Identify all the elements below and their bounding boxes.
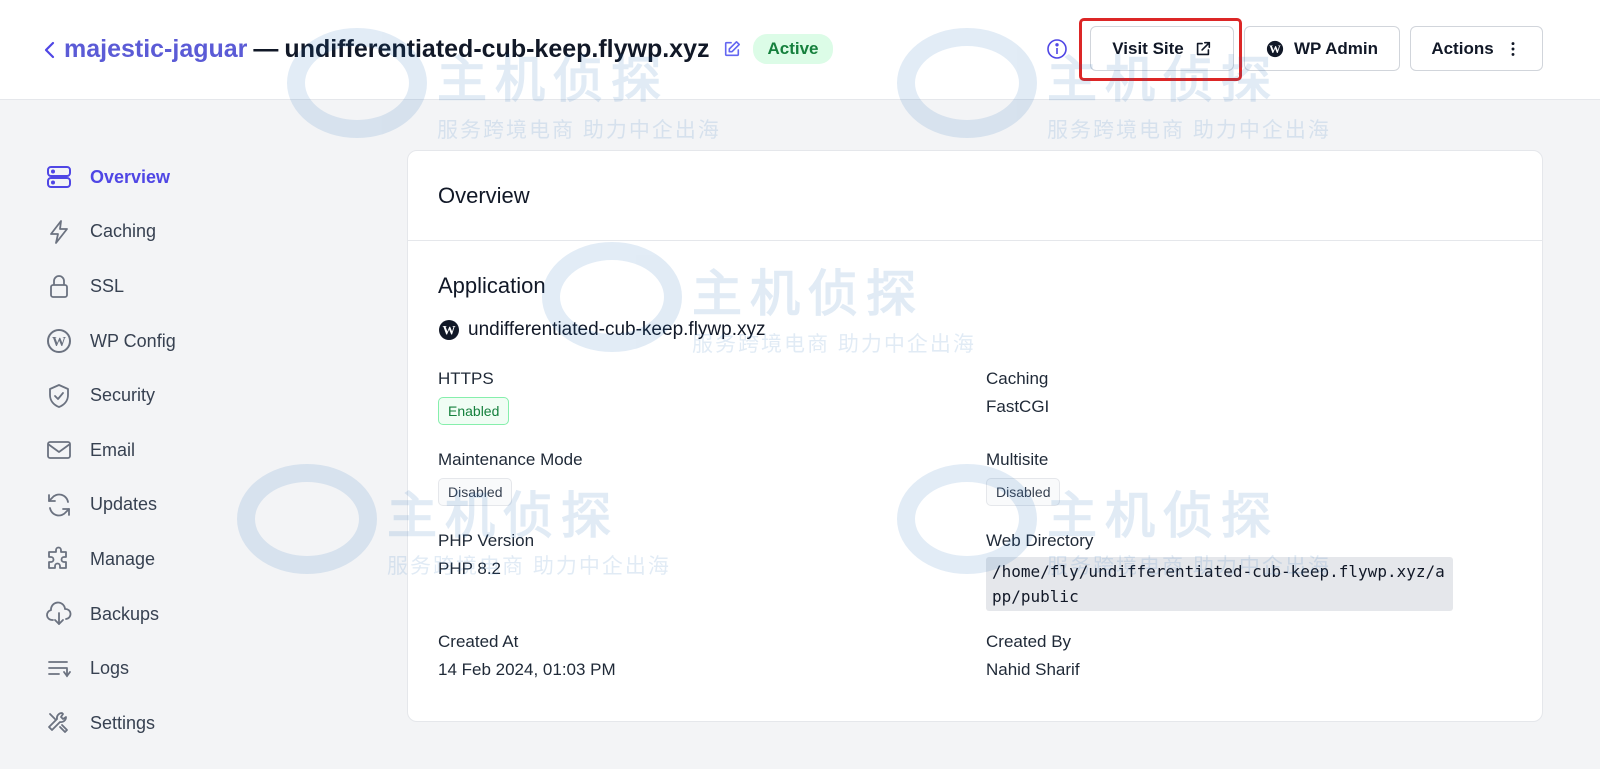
sidebar-item-logs[interactable]: Logs	[44, 641, 344, 696]
overview-card: Overview Application W undifferentiated-…	[407, 150, 1543, 722]
sidebar-nav: Overview Caching SSL W WP Config Securit…	[44, 150, 344, 751]
list-icon	[44, 654, 74, 684]
sidebar-item-label: Backups	[90, 603, 160, 624]
puzzle-icon	[44, 544, 74, 574]
php-value: PHP 8.2	[438, 559, 502, 578]
multisite-status-badge: Disabled	[986, 478, 1061, 506]
webdir-value: /home/fly/undifferentiated-cub-keep.flyw…	[986, 557, 1453, 611]
shield-check-icon	[44, 381, 74, 411]
multisite-label: Multisite	[986, 450, 1049, 469]
page-title: majestic-jaguar — undifferentiated-cub-k…	[64, 30, 833, 68]
caching-label: Caching	[986, 369, 1049, 388]
multisite-field: Multisite Disabled	[986, 450, 1061, 506]
card-title: Overview	[438, 182, 530, 208]
sidebar-item-security[interactable]: Security	[44, 368, 344, 423]
sidebar-item-backups[interactable]: Backups	[44, 587, 344, 642]
sidebar-item-label: Logs	[90, 658, 130, 679]
php-field: PHP Version PHP 8.2	[438, 531, 534, 579]
sidebar-item-caching[interactable]: Caching	[44, 205, 344, 260]
caching-field: Caching FastCGI	[986, 369, 1049, 417]
title-separator: —	[253, 34, 279, 63]
actions-label: Actions	[1431, 38, 1494, 58]
https-status-badge: Enabled	[438, 397, 510, 425]
refresh-icon	[44, 490, 74, 520]
sidebar-item-label: Email	[90, 439, 136, 460]
sidebar-item-manage[interactable]: Manage	[44, 532, 344, 587]
external-link-icon	[1196, 41, 1210, 55]
caching-value: FastCGI	[986, 397, 1050, 416]
sidebar-item-label: Overview	[90, 166, 171, 187]
application-section-title: Application	[438, 273, 546, 298]
sidebar-item-ssl[interactable]: SSL	[44, 259, 344, 314]
sidebar-item-label: Caching	[90, 221, 157, 242]
sidebar-item-updates[interactable]: Updates	[44, 478, 344, 533]
sidebar-item-label: Security	[90, 385, 156, 406]
envelope-icon	[44, 435, 74, 465]
site-domain: undifferentiated-cub-keep.flywp.xyz	[284, 34, 710, 63]
sidebar-item-label: Manage	[90, 548, 156, 569]
created-by-field: Created By Nahid Sharif	[986, 632, 1080, 680]
edit-icon[interactable]	[723, 40, 741, 58]
sidebar-item-wp-config[interactable]: W WP Config	[44, 314, 344, 369]
sidebar-item-label: Settings	[90, 712, 156, 733]
php-label: PHP Version	[438, 531, 535, 550]
maintenance-status-badge: Disabled	[438, 478, 513, 506]
https-label: HTTPS	[438, 369, 494, 388]
application-domain-row: W undifferentiated-cub-keep.flywp.xyz	[438, 319, 765, 341]
lock-icon	[44, 271, 74, 301]
created-by-value: Nahid Sharif	[986, 660, 1080, 679]
bolt-icon	[44, 217, 74, 247]
visit-site-button[interactable]: Visit Site	[1090, 26, 1234, 71]
status-badge: Active	[753, 34, 833, 64]
wordpress-icon: W	[439, 320, 459, 340]
wordpress-icon: W	[1266, 40, 1284, 57]
chevron-left-icon[interactable]	[40, 38, 58, 62]
info-icon[interactable]	[1046, 38, 1068, 60]
sidebar-item-label: WP Config	[90, 330, 176, 351]
svg-text:W: W	[1269, 43, 1281, 56]
wp-admin-label: WP Admin	[1293, 38, 1379, 58]
vertical-dots-icon	[1511, 41, 1515, 56]
watermark-slogan: 服务跨境电商 助力中企出海	[1047, 119, 1331, 142]
server-stack-icon	[44, 162, 74, 192]
sidebar-item-settings[interactable]: Settings	[44, 696, 344, 751]
maintenance-label: Maintenance Mode	[438, 450, 583, 469]
maintenance-field: Maintenance Mode Disabled	[438, 450, 583, 506]
sidebar-item-email[interactable]: Email	[44, 423, 344, 478]
created-at-field: Created At 14 Feb 2024, 01:03 PM	[438, 632, 616, 680]
visit-site-label: Visit Site	[1112, 38, 1184, 58]
svg-text:W: W	[52, 335, 66, 350]
webdir-field: Web Directory /home/fly/undifferentiated…	[986, 531, 1453, 611]
created-at-label: Created At	[438, 632, 519, 651]
watermark-slogan: 服务跨境电商 助力中企出海	[437, 119, 721, 142]
sidebar-item-label: Updates	[90, 494, 158, 515]
created-by-label: Created By	[986, 632, 1072, 651]
card-header: Overview	[408, 151, 1542, 241]
cloud-download-icon	[44, 599, 74, 629]
app-name-link[interactable]: majestic-jaguar	[64, 35, 247, 64]
webdir-label: Web Directory	[986, 531, 1094, 550]
tools-icon	[44, 708, 74, 738]
application-domain: undifferentiated-cub-keep.flywp.xyz	[468, 319, 766, 340]
page-header: majestic-jaguar — undifferentiated-cub-k…	[0, 0, 1600, 100]
sidebar-item-label: SSL	[90, 275, 125, 296]
sidebar-item-overview[interactable]: Overview	[44, 150, 344, 205]
actions-button[interactable]: Actions	[1410, 26, 1543, 71]
https-field: HTTPS Enabled	[438, 369, 510, 425]
created-at-value: 14 Feb 2024, 01:03 PM	[438, 660, 616, 679]
wordpress-icon: W	[44, 326, 74, 356]
wp-admin-button[interactable]: W WP Admin	[1244, 26, 1400, 71]
svg-text:W: W	[443, 323, 456, 338]
